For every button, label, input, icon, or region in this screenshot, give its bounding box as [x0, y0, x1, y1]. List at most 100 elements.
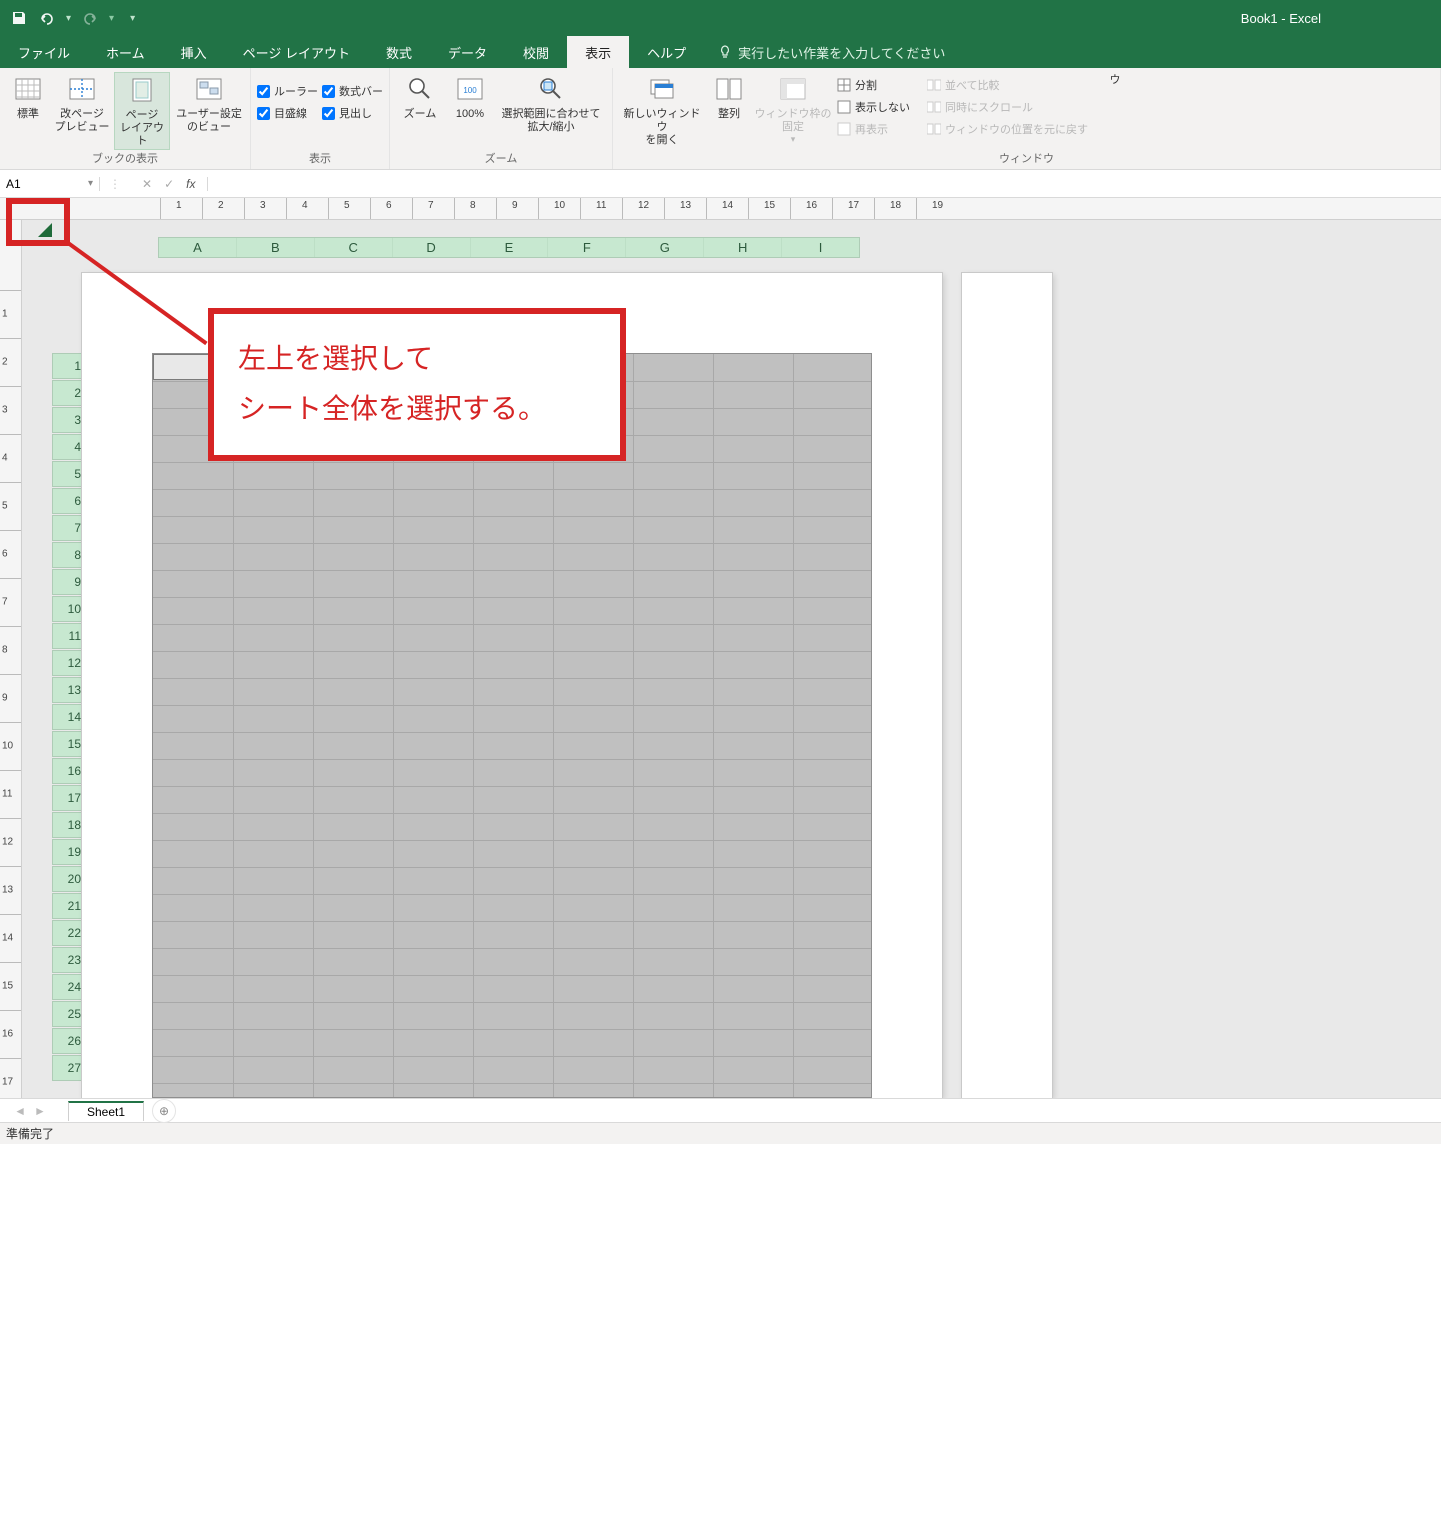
- column-header-i[interactable]: I: [782, 238, 859, 257]
- switch-windows-button[interactable]: ウ: [1105, 72, 1125, 87]
- sync-scroll-button[interactable]: 同時にスクロール: [927, 98, 1088, 116]
- undo-dropdown-icon[interactable]: ▾: [66, 13, 71, 24]
- hide-button[interactable]: 表示しない: [837, 98, 910, 116]
- ruler-tick: 16: [2, 1029, 13, 1040]
- new-window-button[interactable]: 新しいウィンドウ を開く: [619, 72, 705, 148]
- ruler-tick: 11: [596, 200, 606, 211]
- sheet-tab-sheet1[interactable]: Sheet1: [68, 1101, 144, 1121]
- ruler-tick: 13: [2, 885, 13, 896]
- check-headings[interactable]: 見出し: [322, 105, 383, 121]
- reset-pos-icon: [927, 122, 941, 136]
- annotation-callout: 左上を選択して シート全体を選択する。: [208, 308, 626, 461]
- plus-icon: ⊕: [159, 1104, 169, 1118]
- column-header-f[interactable]: F: [548, 238, 626, 257]
- zoom-button[interactable]: ズーム: [396, 72, 444, 121]
- tab-view[interactable]: 表示: [567, 36, 629, 68]
- tab-review[interactable]: 校閲: [505, 36, 567, 68]
- ruler-horizontal[interactable]: 12345678910111213141516171819: [0, 198, 1441, 220]
- quick-access-toolbar: ▾ ▾ ▾: [0, 9, 145, 27]
- view-page-layout-button[interactable]: ページ レイアウト: [114, 72, 170, 150]
- column-header-b[interactable]: B: [237, 238, 315, 257]
- tab-insert[interactable]: 挿入: [163, 36, 225, 68]
- ruler-tick: 15: [764, 200, 775, 211]
- save-icon[interactable]: [10, 9, 28, 27]
- ruler-tick: 8: [2, 645, 8, 656]
- zoom-to-selection-button[interactable]: 選択範囲に合わせて 拡大/縮小: [496, 72, 606, 134]
- freeze-panes-button[interactable]: ウィンドウ枠の 固定 ▾: [753, 72, 833, 145]
- ruler-tick: 19: [932, 200, 943, 211]
- ruler-tick: 17: [848, 200, 859, 211]
- print-area[interactable]: [152, 353, 872, 1098]
- ruler-tick: 1: [176, 200, 182, 211]
- reset-position-button[interactable]: ウィンドウの位置を元に戻す: [927, 120, 1088, 138]
- window-title: Book1 - Excel: [1241, 11, 1441, 26]
- tell-me-search[interactable]: 実行したい作業を入力してください: [704, 36, 959, 68]
- name-box[interactable]: A1 ▾: [0, 177, 100, 191]
- ruler-tick: 9: [2, 693, 8, 704]
- ribbon-group-show: ルーラー 目盛線 数式バー 見出し 表示: [251, 68, 390, 169]
- tab-formulas[interactable]: 数式: [368, 36, 430, 68]
- zoom-selection-icon: [536, 74, 566, 104]
- tab-file[interactable]: ファイル: [0, 36, 88, 68]
- side-by-side-button[interactable]: 並べて比較: [927, 76, 1088, 94]
- arrange-all-button[interactable]: 整列: [709, 72, 749, 121]
- column-headers[interactable]: ABCDEFGHI: [158, 237, 860, 258]
- row-headers[interactable]: 1234567891011121314151617181920212223242…: [22, 258, 76, 1098]
- split-icon: [837, 78, 851, 92]
- split-button[interactable]: 分割: [837, 76, 910, 94]
- status-text: 準備完了: [6, 1125, 54, 1142]
- check-gridlines[interactable]: 目盛線: [257, 105, 318, 121]
- ruler-tick: 14: [722, 200, 733, 211]
- enter-icon[interactable]: ✓: [164, 177, 174, 191]
- custom-view-icon: [194, 74, 224, 104]
- undo-icon[interactable]: [38, 9, 56, 27]
- ruler-tick: 6: [386, 200, 392, 211]
- select-all-corner[interactable]: [22, 220, 58, 237]
- column-header-a[interactable]: A: [159, 238, 237, 257]
- ribbon: 標準 改ページ プレビュー ページ レイアウト ユーザー設定 のビュー: [0, 68, 1441, 170]
- column-header-h[interactable]: H: [704, 238, 782, 257]
- fx-icon[interactable]: fx: [186, 177, 195, 191]
- annotation-line1: 左上を選択して: [238, 334, 596, 384]
- column-header-d[interactable]: D: [393, 238, 471, 257]
- unhide-icon: [837, 122, 851, 136]
- tab-home[interactable]: ホーム: [88, 36, 163, 68]
- ruler-tick: 3: [260, 200, 266, 211]
- zoom-100-icon: 100: [455, 74, 485, 104]
- chevron-right-icon: ►: [34, 1104, 46, 1118]
- page-break-icon: [67, 74, 97, 104]
- redo-icon[interactable]: [81, 9, 99, 27]
- ruler-tick: 11: [2, 789, 12, 800]
- tab-data[interactable]: データ: [430, 36, 505, 68]
- cancel-icon[interactable]: ✕: [142, 177, 152, 191]
- chevron-down-icon: ▾: [88, 178, 93, 189]
- group-label-zoom: ズーム: [396, 150, 606, 169]
- view-normal-button[interactable]: 標準: [6, 72, 50, 121]
- qat-customize-icon[interactable]: ▾: [124, 13, 135, 24]
- ruler-tick: 13: [680, 200, 691, 211]
- ruler-vertical[interactable]: 1234567891011121314151617: [0, 220, 22, 1098]
- zoom-100-button[interactable]: 100 100%: [448, 72, 492, 121]
- column-header-e[interactable]: E: [471, 238, 549, 257]
- view-page-break-button[interactable]: 改ページ プレビュー: [54, 72, 110, 134]
- add-sheet-button[interactable]: ⊕: [152, 1099, 176, 1123]
- check-formula-bar[interactable]: 数式バー: [322, 83, 383, 99]
- ruler-tick: 12: [638, 200, 649, 211]
- bulb-icon: [718, 45, 732, 59]
- redo-dropdown-icon[interactable]: ▾: [109, 13, 114, 24]
- ruler-tick: 5: [344, 200, 350, 211]
- unhide-button[interactable]: 再表示: [837, 120, 910, 138]
- ruler-tick: 2: [218, 200, 224, 211]
- ruler-tick: 14: [2, 933, 13, 944]
- view-custom-button[interactable]: ユーザー設定 のビュー: [174, 72, 244, 134]
- sheet-nav-arrows[interactable]: ◄ ►: [0, 1104, 60, 1118]
- tab-help[interactable]: ヘルプ: [629, 36, 704, 68]
- column-header-c[interactable]: C: [315, 238, 393, 257]
- ruler-tick: 4: [2, 453, 8, 464]
- tab-page-layout[interactable]: ページ レイアウト: [225, 36, 368, 68]
- check-ruler[interactable]: ルーラー: [257, 83, 318, 99]
- ruler-tick: 7: [428, 200, 434, 211]
- column-header-g[interactable]: G: [626, 238, 704, 257]
- ruler-tick: 15: [2, 981, 13, 992]
- fx-handle[interactable]: ⋮: [100, 177, 130, 191]
